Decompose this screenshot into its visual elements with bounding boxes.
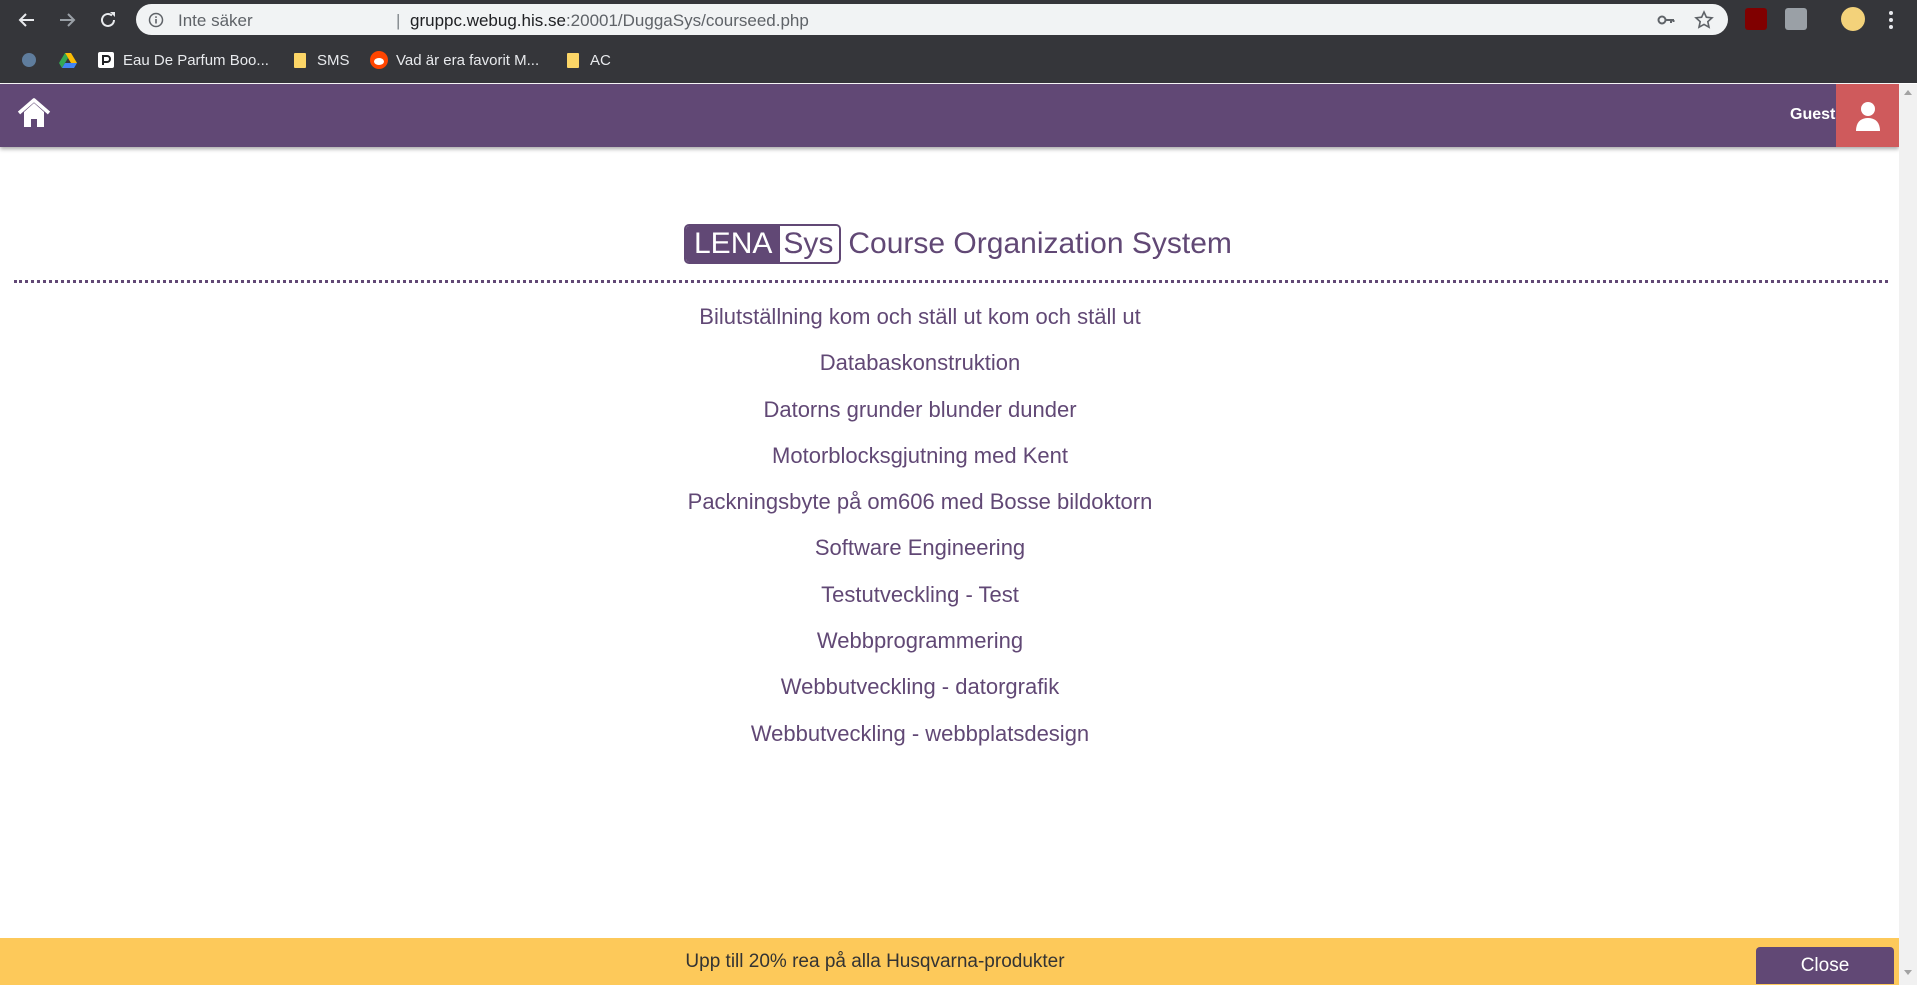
arrow-left-icon	[18, 13, 34, 27]
bookmark-5[interactable]: Vad är era favorit M...	[370, 40, 539, 80]
course-link[interactable]: Testutveckling - Test	[0, 575, 1840, 621]
browser-chrome: Inte säker | gruppc.webug.his.se:20001/D…	[0, 0, 1917, 83]
bookmarks-bar: Eau De Parfum Boo... SMS Vad är era favo…	[0, 40, 1917, 83]
course-link[interactable]: Software Engineering	[0, 528, 1840, 574]
forward-button[interactable]	[53, 6, 81, 34]
course-link[interactable]: Motorblocksgjutning med Kent	[0, 436, 1840, 482]
security-status: Inte säker	[178, 11, 253, 30]
home-icon	[17, 98, 51, 127]
info-icon[interactable]	[148, 12, 164, 28]
reddit-icon	[370, 51, 388, 69]
course-list: Bilutställning kom och ställ ut kom och …	[0, 297, 1840, 760]
back-button[interactable]	[13, 6, 41, 34]
address-bar[interactable]: Inte säker | gruppc.webug.his.se:20001/D…	[136, 4, 1728, 35]
course-link[interactable]: Packningsbyte på om606 med Bosse bildokt…	[0, 482, 1840, 528]
user-icon	[1855, 101, 1880, 131]
bookmark-4[interactable]: SMS	[291, 40, 350, 80]
page-scrollbar[interactable]	[1899, 84, 1917, 985]
arrow-right-icon	[60, 13, 76, 27]
google-drive-icon	[59, 51, 77, 69]
page-title: LENA Sys Course Organization System	[684, 222, 1232, 266]
bookmark-6[interactable]: AC	[564, 40, 611, 80]
logo-sys: Sys	[780, 226, 840, 262]
reload-button[interactable]	[94, 6, 122, 34]
browser-toolbar: Inte säker | gruppc.webug.his.se:20001/D…	[0, 0, 1917, 40]
promo-banner: Upp till 20% rea på alla Husqvarna-produ…	[0, 938, 1899, 985]
course-link[interactable]: Databaskonstruktion	[0, 343, 1840, 389]
ublock-icon[interactable]	[1745, 8, 1767, 30]
scroll-up-icon[interactable]	[1904, 90, 1912, 95]
url-separator: |	[396, 11, 401, 30]
home-button[interactable]	[16, 96, 52, 132]
bookmark-label: AC	[590, 51, 611, 69]
url-path: :20001/DuggaSys/courseed.php	[565, 11, 809, 30]
bookmark-label: Vad är era favorit M...	[396, 51, 540, 69]
title-divider	[14, 280, 1888, 283]
scroll-down-icon[interactable]	[1904, 970, 1912, 975]
course-link[interactable]: Bilutställning kom och ställ ut kom och …	[0, 297, 1840, 343]
google-drive-alt-icon	[20, 51, 38, 69]
logo-lena: LENA	[686, 226, 781, 262]
url-text[interactable]: gruppc.webug.his.se:20001/DuggaSys/cours…	[410, 11, 809, 31]
bookmark-label: SMS	[317, 51, 350, 69]
banner-text: Upp till 20% rea på alla Husqvarna-produ…	[685, 951, 1065, 972]
star-icon[interactable]	[1694, 10, 1714, 30]
profile-avatar[interactable]	[1841, 7, 1865, 31]
course-link[interactable]: Webbprogrammering	[0, 621, 1840, 667]
app-header: Guest	[0, 84, 1899, 147]
folder-icon	[291, 51, 309, 69]
extension-icon[interactable]	[1785, 8, 1807, 30]
bookmark-3[interactable]: Eau De Parfum Boo...	[97, 40, 269, 80]
user-name[interactable]: Guest	[1790, 106, 1835, 124]
folder-icon	[564, 51, 582, 69]
course-link[interactable]: Datorns grunder blunder dunder	[0, 390, 1840, 436]
user-button[interactable]	[1836, 84, 1899, 147]
bookmark-1[interactable]	[20, 40, 38, 80]
bookmark-label: Eau De Parfum Boo...	[123, 51, 269, 69]
course-link[interactable]: Webbutveckling - datorgrafik	[0, 667, 1840, 713]
url-host: gruppc.webug.his.se	[410, 11, 566, 30]
page-subtitle: Course Organization System	[848, 227, 1232, 260]
lenasys-logo: LENA Sys	[684, 224, 842, 264]
key-icon[interactable]	[1656, 10, 1676, 30]
bookmark-2[interactable]	[59, 40, 77, 80]
close-button[interactable]: Close	[1756, 947, 1894, 984]
course-link[interactable]: Webbutveckling - webbplatsdesign	[0, 714, 1840, 760]
page-icon	[97, 51, 115, 69]
reload-icon	[101, 12, 115, 27]
more-vert-icon[interactable]	[1888, 10, 1894, 30]
